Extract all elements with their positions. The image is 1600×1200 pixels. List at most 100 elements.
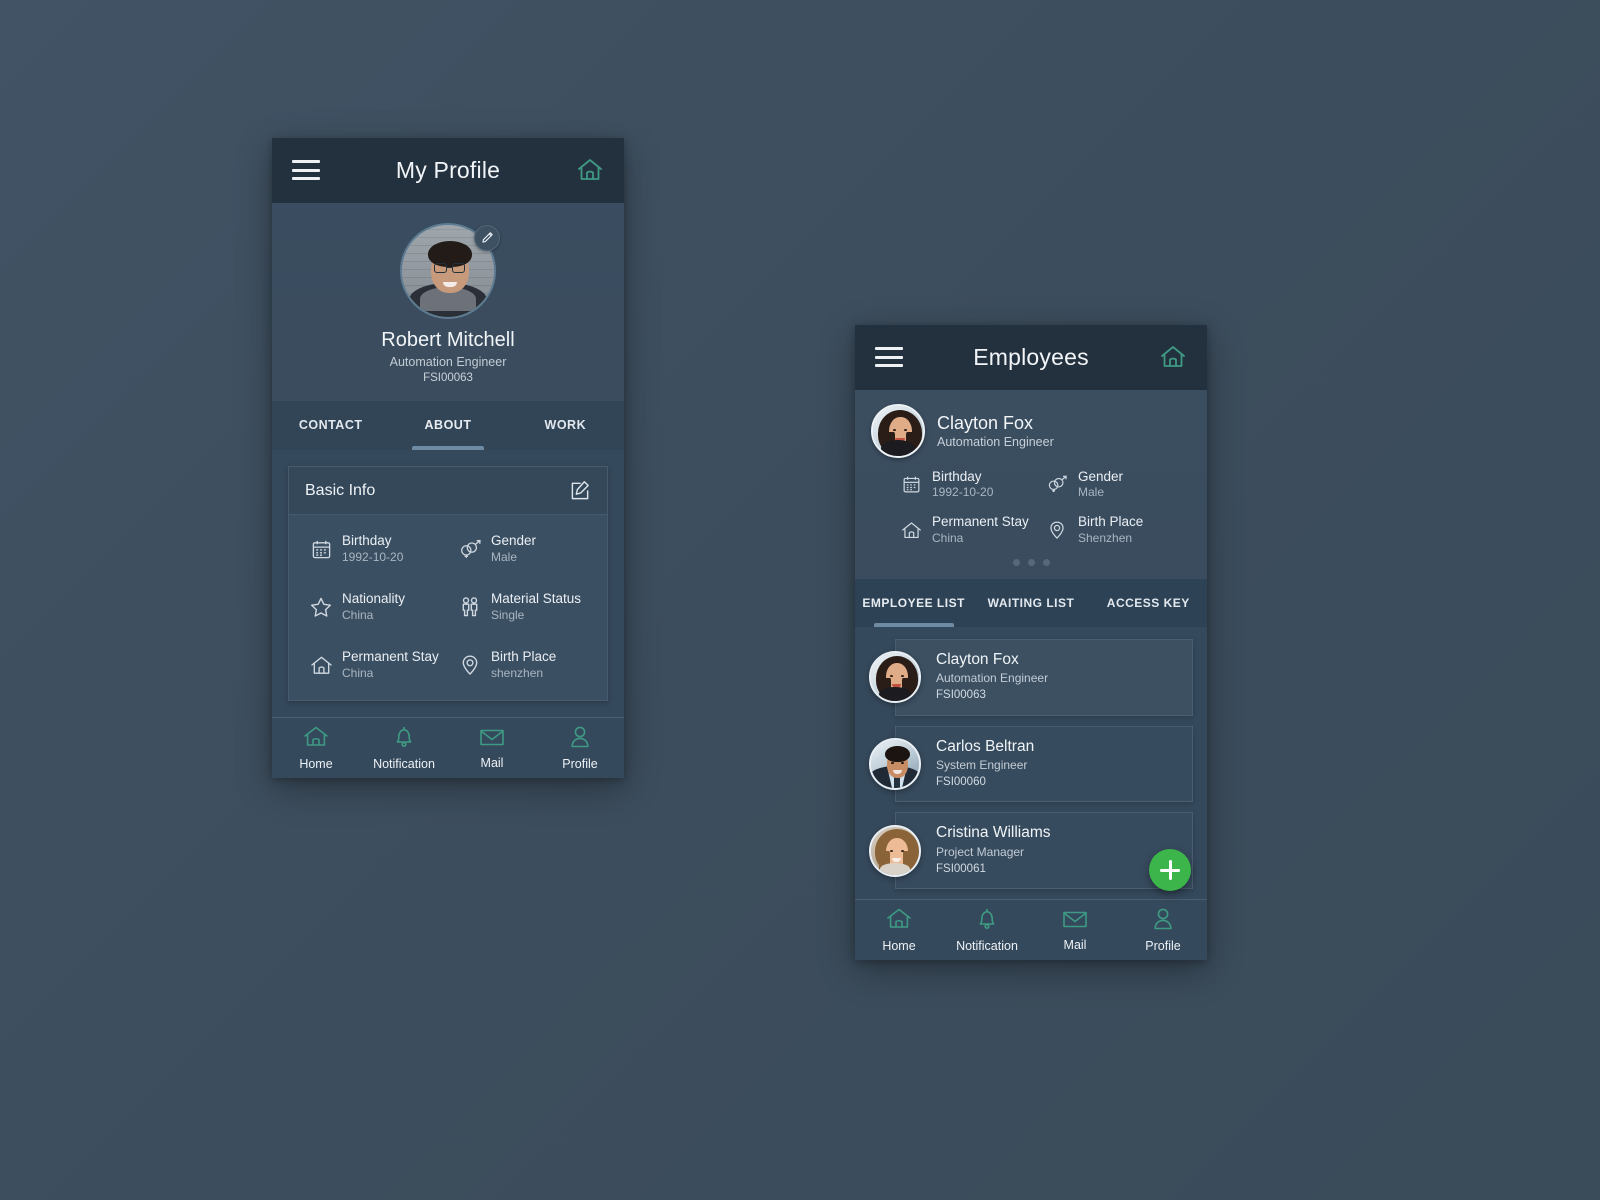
tab-employee-list[interactable]: EMPLOYEE LIST	[855, 579, 972, 627]
nav-notification[interactable]: Notification	[943, 907, 1031, 953]
profile-name: Robert Mitchell	[381, 328, 515, 351]
info-value: Single	[491, 607, 525, 622]
hamburger-icon[interactable]	[292, 160, 320, 181]
list-item-body: Cristina Williams Project Manager FSI000…	[895, 812, 1193, 890]
pagination-dot[interactable]	[1042, 558, 1050, 566]
gender-icon	[458, 537, 482, 561]
featured-employee-role: Automation Engineer	[937, 434, 1054, 449]
nav-notification[interactable]: Notification	[360, 725, 448, 771]
nav-home[interactable]: Home	[272, 725, 360, 771]
profile-content: Basic Info Birthday 1992-10-20 Gender Ma…	[272, 450, 624, 718]
info-permanent-stay: Permanent Stay China	[899, 511, 1045, 549]
nav-mail[interactable]: Mail	[448, 726, 536, 770]
hamburger-icon[interactable]	[875, 347, 903, 368]
featured-employee-card[interactable]: Clayton Fox Automation Engineer Birthday…	[855, 389, 1207, 578]
nav-home[interactable]: Home	[855, 907, 943, 953]
tab-active-indicator	[411, 446, 485, 451]
list-item-body: Carlos Beltran System Engineer FSI00060	[895, 725, 1193, 803]
employees-tabbar: EMPLOYEE LIST WAITING LIST ACCESS KEY	[855, 577, 1207, 627]
nav-profile[interactable]: Profile	[536, 725, 624, 771]
home-outline-icon	[899, 518, 923, 542]
tab-waiting-list[interactable]: WAITING LIST	[972, 579, 1089, 627]
location-pin-icon	[458, 653, 482, 677]
pencil-icon[interactable]	[474, 224, 500, 251]
tab-label: EMPLOYEE LIST	[862, 595, 965, 610]
info-label: Material Status	[491, 591, 582, 607]
nav-label: Profile	[1145, 939, 1181, 954]
avatar-image-carlos	[871, 740, 919, 789]
envelope-icon	[479, 726, 505, 753]
pagination-dot[interactable]	[1012, 558, 1020, 566]
info-nationality: Nationality China	[299, 585, 448, 629]
list-item[interactable]: Clayton Fox Automation Engineer FSI00063	[869, 638, 1193, 716]
nav-label: Mail	[480, 756, 504, 771]
nav-label: Home	[882, 939, 916, 954]
gender-icon	[1045, 472, 1069, 496]
employee-id: FSI00060	[936, 776, 986, 789]
nav-label: Home	[299, 757, 333, 772]
home-icon	[886, 907, 912, 936]
basic-info-card: Basic Info Birthday 1992-10-20 Gender Ma…	[288, 466, 608, 702]
tab-label: ABOUT	[424, 418, 472, 433]
bell-icon	[975, 907, 999, 936]
list-item[interactable]: Cristina Williams Project Manager FSI000…	[869, 812, 1193, 890]
screenshot-canvas: My Profile Robert Mitchell Automation En…	[0, 0, 1600, 1200]
info-label: Permanent Stay	[342, 648, 439, 664]
envelope-icon	[1062, 908, 1088, 935]
info-value: Male	[491, 550, 518, 565]
nav-label: Notification	[956, 939, 1018, 954]
employee-id: FSI00063	[936, 689, 986, 702]
tab-about[interactable]: ABOUT	[389, 401, 506, 451]
employees-phone-mockup: Employees Clayton Fox Automation Enginee…	[855, 325, 1207, 960]
featured-employee-fields: Birthday 1992-10-20 Gender Male Permanen…	[871, 464, 1191, 553]
location-pin-icon	[1045, 518, 1069, 542]
nav-mail[interactable]: Mail	[1031, 908, 1119, 952]
info-value: Shenzhen	[1078, 531, 1133, 546]
info-value: China	[932, 531, 964, 546]
info-gender: Gender Male	[1045, 466, 1191, 504]
employee-name: Clayton Fox	[936, 650, 1019, 668]
info-label: Birthday	[342, 533, 392, 549]
info-label: Gender	[491, 533, 537, 549]
carousel-pagination[interactable]	[871, 553, 1191, 570]
home-icon[interactable]	[576, 157, 604, 183]
employee-role: Automation Engineer	[936, 671, 1049, 686]
avatar	[869, 738, 921, 791]
featured-employee-text: Clayton Fox Automation Engineer	[937, 412, 1054, 449]
employee-role: Project Manager	[936, 844, 1025, 859]
info-birthday: Birthday 1992-10-20	[299, 527, 448, 571]
profile-hero: Robert Mitchell Automation Engineer FSI0…	[272, 202, 624, 400]
employee-name: Cristina Williams	[936, 824, 1051, 842]
profile-bottom-nav: Home Notification Mail Profile	[272, 717, 624, 778]
avatar[interactable]	[871, 403, 925, 458]
info-value: China	[342, 607, 374, 622]
avatar-wrapper	[400, 222, 500, 319]
add-employee-button[interactable]	[1149, 849, 1191, 892]
nav-profile[interactable]: Profile	[1119, 907, 1207, 953]
profile-employee-id: FSI00063	[423, 371, 473, 384]
info-label: Permanent Stay	[932, 514, 1029, 530]
info-value: China	[342, 665, 374, 680]
calendar-icon	[899, 472, 923, 496]
edit-square-icon[interactable]	[570, 480, 591, 501]
avatar-image-cristina	[871, 826, 919, 875]
home-outline-icon	[309, 653, 333, 677]
tab-access-key[interactable]: ACCESS KEY	[1090, 579, 1207, 627]
basic-info-header: Basic Info	[289, 467, 607, 516]
tab-contact[interactable]: CONTACT	[272, 401, 389, 451]
info-label: Birthday	[932, 468, 982, 484]
home-icon[interactable]	[1159, 344, 1187, 370]
info-birthday: Birthday 1992-10-20	[899, 466, 1045, 504]
employees-bottom-nav: Home Notification Mail Profile	[855, 899, 1207, 960]
card-title: Basic Info	[305, 481, 376, 499]
list-item[interactable]: Carlos Beltran System Engineer FSI00060	[869, 725, 1193, 803]
pagination-dot[interactable]	[1027, 558, 1035, 566]
nav-label: Mail	[1063, 938, 1087, 953]
tab-work[interactable]: WORK	[507, 401, 624, 451]
calendar-icon	[309, 537, 333, 561]
info-value: 1992-10-20	[932, 485, 994, 500]
avatar	[869, 824, 921, 877]
featured-employee-name: Clayton Fox	[937, 413, 1034, 434]
person-icon	[1152, 907, 1174, 936]
avatar-image-clayton	[873, 405, 923, 456]
